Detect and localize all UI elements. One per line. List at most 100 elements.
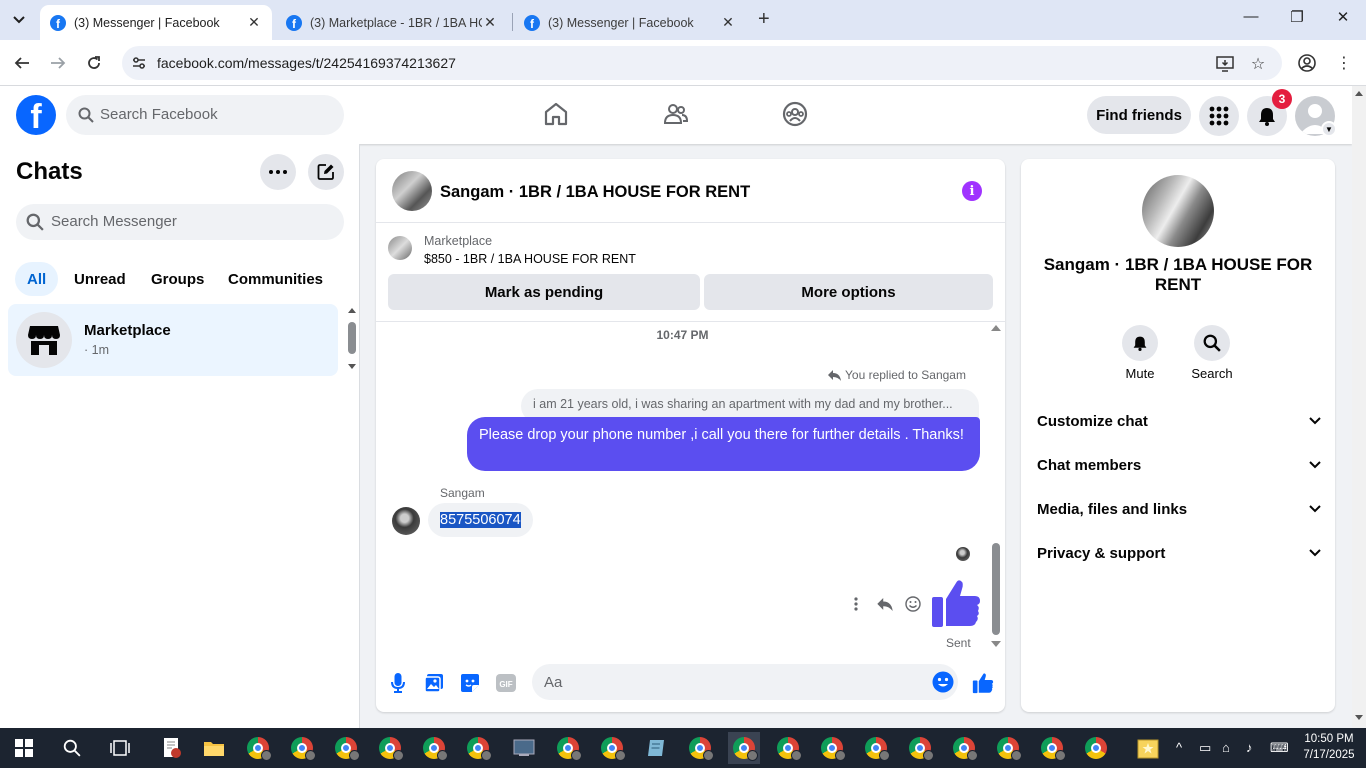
facebook-search-input[interactable]: Search Facebook bbox=[66, 95, 344, 135]
chrome-icon[interactable] bbox=[904, 732, 936, 764]
browser-tab-3[interactable]: f (3) Messenger | Facebook ✕ bbox=[514, 5, 746, 40]
conversation-title[interactable]: Sangam · 1BR / 1BA HOUSE FOR RENT bbox=[440, 183, 750, 202]
conversation-avatar[interactable] bbox=[392, 171, 432, 211]
scroll-up-arrow-icon[interactable] bbox=[1355, 91, 1363, 96]
menu-grid-icon[interactable] bbox=[1199, 96, 1239, 136]
reload-icon[interactable] bbox=[82, 51, 106, 75]
filter-tab-unread[interactable]: Unread bbox=[62, 262, 138, 296]
back-arrow-icon[interactable] bbox=[10, 51, 34, 75]
search-icon[interactable] bbox=[1194, 325, 1230, 361]
battery-icon[interactable]: ▭ bbox=[1199, 740, 1211, 756]
filter-tab-communities[interactable]: Communities bbox=[216, 262, 335, 296]
close-tab-icon[interactable]: ✕ bbox=[246, 14, 262, 31]
profile-icon[interactable] bbox=[1297, 53, 1317, 73]
message-input[interactable]: Aa bbox=[532, 664, 958, 700]
customize-chat-section[interactable]: Customize chat bbox=[1037, 407, 1321, 435]
forward-arrow-icon[interactable] bbox=[46, 51, 70, 75]
bell-icon[interactable] bbox=[1122, 325, 1158, 361]
emoji-picker-icon[interactable] bbox=[932, 671, 954, 693]
react-emoji-icon[interactable] bbox=[903, 594, 923, 614]
url-text[interactable]: facebook.com/messages/t/2425416937421362… bbox=[157, 55, 456, 71]
scroll-down-arrow-icon[interactable] bbox=[1355, 715, 1363, 720]
chrome-icon[interactable] bbox=[242, 732, 274, 764]
chrome-icon[interactable] bbox=[992, 732, 1024, 764]
filter-tab-all[interactable]: All bbox=[15, 262, 59, 296]
send-like-thumbs-up-icon[interactable] bbox=[972, 672, 994, 694]
conversation-info-icon[interactable]: i bbox=[962, 181, 982, 201]
system-clock[interactable]: 10:50 PM 7/17/2025 bbox=[1294, 731, 1364, 763]
more-options-button[interactable]: More options bbox=[704, 274, 993, 310]
windows-start-icon[interactable] bbox=[8, 732, 40, 764]
network-icon[interactable]: ⌂ bbox=[1222, 740, 1230, 755]
scroll-down-arrow-icon[interactable] bbox=[348, 364, 356, 369]
chrome-icon[interactable] bbox=[596, 732, 628, 764]
site-settings-icon[interactable] bbox=[130, 54, 148, 72]
chrome-icon[interactable] bbox=[816, 732, 848, 764]
chrome-icon[interactable] bbox=[552, 732, 584, 764]
chrome-icon[interactable] bbox=[860, 732, 892, 764]
page-scrollbar[interactable] bbox=[1352, 86, 1366, 728]
message-list-scrollbar[interactable] bbox=[990, 325, 1002, 649]
mark-as-pending-button[interactable]: Mark as pending bbox=[388, 274, 700, 310]
reply-icon[interactable] bbox=[875, 594, 895, 614]
find-friends-button[interactable]: Find friends bbox=[1087, 96, 1191, 134]
sender-avatar[interactable] bbox=[392, 507, 420, 535]
chrome-icon[interactable] bbox=[1036, 732, 1068, 764]
chrome-icon[interactable] bbox=[330, 732, 362, 764]
desktop-app-icon[interactable] bbox=[508, 732, 540, 764]
chat-list-scrollbar[interactable] bbox=[346, 308, 358, 372]
browser-tab-2[interactable]: f (3) Marketplace - 1BR / 1BA HO ✕ bbox=[276, 5, 508, 40]
new-message-compose-icon[interactable] bbox=[308, 154, 344, 190]
privacy-support-section[interactable]: Privacy & support bbox=[1037, 539, 1321, 567]
file-explorer-icon[interactable] bbox=[198, 732, 230, 764]
close-window-icon[interactable]: ✕ bbox=[1328, 8, 1358, 26]
chat-members-section[interactable]: Chat members bbox=[1037, 451, 1321, 479]
scroll-up-arrow-icon[interactable] bbox=[348, 308, 356, 313]
bookmark-star-icon[interactable]: ☆ bbox=[1248, 54, 1268, 74]
scroll-down-arrow-icon[interactable] bbox=[991, 641, 1001, 647]
home-icon[interactable] bbox=[541, 99, 571, 129]
sticky-notes-icon[interactable] bbox=[1132, 732, 1164, 764]
browser-tab-1[interactable]: f (3) Messenger | Facebook ✕ bbox=[40, 5, 272, 40]
minimize-window-icon[interactable]: — bbox=[1236, 8, 1266, 25]
close-tab-icon[interactable]: ✕ bbox=[720, 14, 736, 31]
address-bar[interactable]: facebook.com/messages/t/2425416937421362… bbox=[122, 46, 1282, 80]
close-tab-icon[interactable]: ✕ bbox=[482, 14, 498, 31]
chrome-icon[interactable] bbox=[948, 732, 980, 764]
scrollbar-thumb[interactable] bbox=[348, 322, 356, 354]
microphone-icon[interactable] bbox=[387, 672, 409, 694]
input-language-icon[interactable]: ⌨ bbox=[1270, 740, 1289, 756]
groups-icon[interactable] bbox=[780, 99, 810, 129]
volume-icon[interactable]: ♪ bbox=[1246, 740, 1253, 755]
chrome-icon[interactable] bbox=[418, 732, 450, 764]
install-app-icon[interactable] bbox=[1215, 54, 1235, 74]
browser-menu-icon[interactable]: ⋮ bbox=[1334, 53, 1354, 73]
taskbar-search-icon[interactable] bbox=[56, 732, 88, 764]
chevron-down-icon[interactable]: ▼ bbox=[1321, 121, 1337, 137]
search-in-conversation-button[interactable]: Search bbox=[1182, 325, 1242, 381]
chrome-icon[interactable] bbox=[772, 732, 804, 764]
incoming-message-bubble[interactable]: 8575506074 bbox=[428, 503, 533, 537]
chrome-icon[interactable] bbox=[684, 732, 716, 764]
scrollbar-thumb[interactable] bbox=[992, 543, 1000, 635]
listing-title[interactable]: $850 - 1BR / 1BA HOUSE FOR RENT bbox=[424, 252, 636, 266]
task-view-icon[interactable] bbox=[104, 732, 136, 764]
friends-icon[interactable] bbox=[661, 99, 691, 129]
message-more-icon[interactable] bbox=[846, 594, 866, 614]
chat-options-more-icon[interactable] bbox=[260, 154, 296, 190]
gif-icon[interactable]: GIF bbox=[495, 672, 517, 694]
scroll-up-arrow-icon[interactable] bbox=[991, 325, 1001, 331]
mute-button[interactable]: Mute bbox=[1110, 325, 1170, 381]
messenger-search-input[interactable]: Search Messenger bbox=[16, 204, 344, 240]
facebook-logo[interactable]: f bbox=[16, 95, 56, 135]
outgoing-message-bubble[interactable]: Please drop your phone number ,i call yo… bbox=[467, 417, 980, 471]
sent-like-thumbs-up-icon[interactable] bbox=[930, 577, 982, 629]
chrome-icon[interactable] bbox=[286, 732, 318, 764]
chrome-icon[interactable] bbox=[462, 732, 494, 764]
chrome-icon-active[interactable] bbox=[728, 732, 760, 764]
listing-thumbnail[interactable] bbox=[388, 236, 412, 260]
chrome-icon[interactable] bbox=[1080, 732, 1112, 764]
tab-search-chevron-icon[interactable] bbox=[6, 7, 32, 33]
incoming-message-text[interactable]: 8575506074 bbox=[440, 512, 521, 528]
document-app-icon[interactable] bbox=[156, 732, 188, 764]
